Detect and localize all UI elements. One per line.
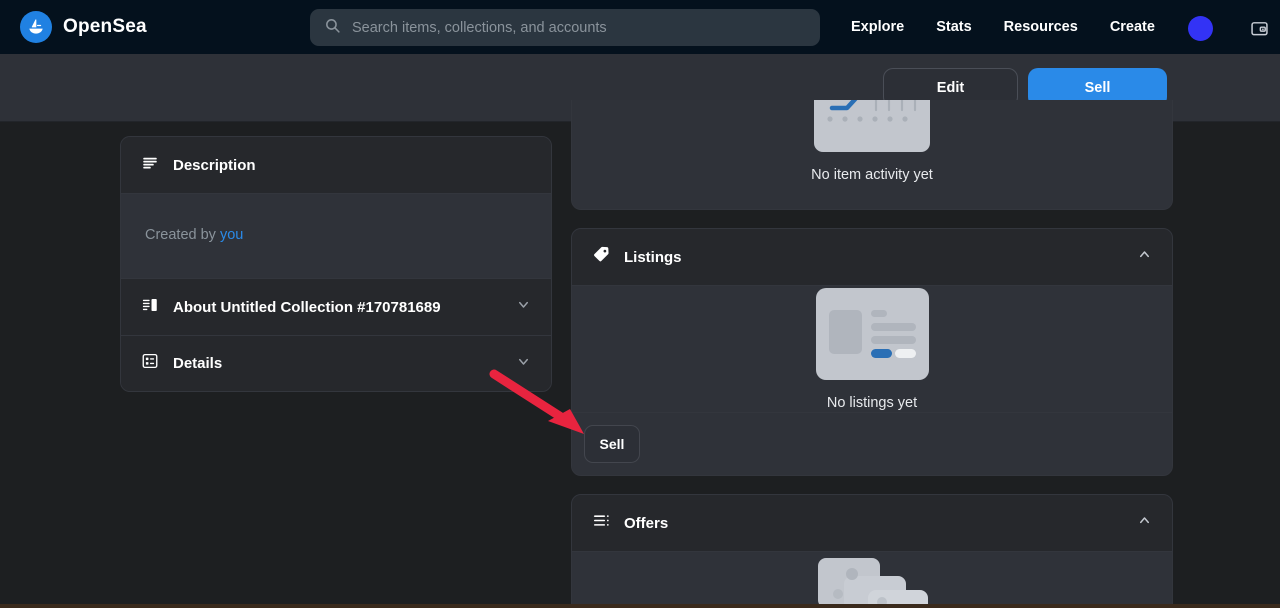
nav-link-create[interactable]: Create [1094,19,1171,35]
item-activity-empty-label: No item activity yet [811,167,933,183]
nav-links: Explore Stats Resources Create [835,0,1171,54]
text-lines-icon [141,154,159,177]
item-activity-panel: No item activity yet [571,100,1173,210]
accordion-details-label: Details [173,355,222,372]
nav-link-stats[interactable]: Stats [920,19,987,35]
search-icon [324,17,341,39]
offers-panel: Offers [571,494,1173,608]
listings-panel-title: Listings [624,249,682,266]
list-icon [592,511,611,535]
created-by-text: Created by you [145,227,243,243]
listings-empty-state: No listings yet [572,286,1172,412]
chevron-down-icon [516,297,531,317]
wallet-icon[interactable] [1245,14,1273,42]
brand-logo-link[interactable]: OpenSea [20,11,147,43]
bottom-edge-strip [0,604,1280,608]
offers-empty-state [572,552,1172,608]
avatar[interactable] [1188,16,1213,41]
tag-icon [592,245,611,269]
book-icon [141,296,159,319]
search-input[interactable]: Search items, collections, and accounts [310,9,820,46]
listings-panel-header[interactable]: Listings [572,229,1172,286]
details-grid-icon [141,352,159,375]
offers-cards-placeholder-icon [816,558,928,608]
item-activity-empty-state: No item activity yet [572,100,1172,208]
top-navigation-bar: OpenSea Search items, collections, and a… [0,0,1280,54]
item-info-accordion: Description Created by you About Untitle… [120,136,552,392]
search-placeholder-text: Search items, collections, and accounts [352,20,607,36]
sell-button-listings[interactable]: Sell [584,425,640,463]
listings-empty-label: No listings yet [827,395,917,411]
description-body: Created by you [121,193,551,279]
opensea-ship-icon [20,11,52,43]
accordion-about-header[interactable]: About Untitled Collection #170781689 [121,279,551,335]
chevron-down-icon [516,354,531,374]
accordion-details-header[interactable]: Details [121,335,551,391]
listings-panel: Listings No listings yet Sell [571,228,1173,476]
nav-link-explore[interactable]: Explore [835,19,920,35]
brand-name: OpenSea [63,16,147,38]
chevron-up-icon[interactable] [1137,513,1152,533]
created-by-prefix: Created by [145,227,220,243]
chevron-up-icon[interactable] [1137,247,1152,267]
offers-panel-header[interactable]: Offers [572,495,1172,552]
nav-link-resources[interactable]: Resources [988,19,1094,35]
accordion-description-label: Description [173,157,256,174]
page-root: OpenSea Search items, collections, and a… [0,0,1280,608]
chart-placeholder-icon [814,100,930,157]
offers-panel-title: Offers [624,515,668,532]
accordion-about-label: About Untitled Collection #170781689 [173,299,441,316]
listing-card-placeholder-icon [816,288,929,385]
created-by-link[interactable]: you [220,227,243,243]
accordion-description-header[interactable]: Description [121,137,551,193]
listings-footer: Sell [572,412,1172,474]
